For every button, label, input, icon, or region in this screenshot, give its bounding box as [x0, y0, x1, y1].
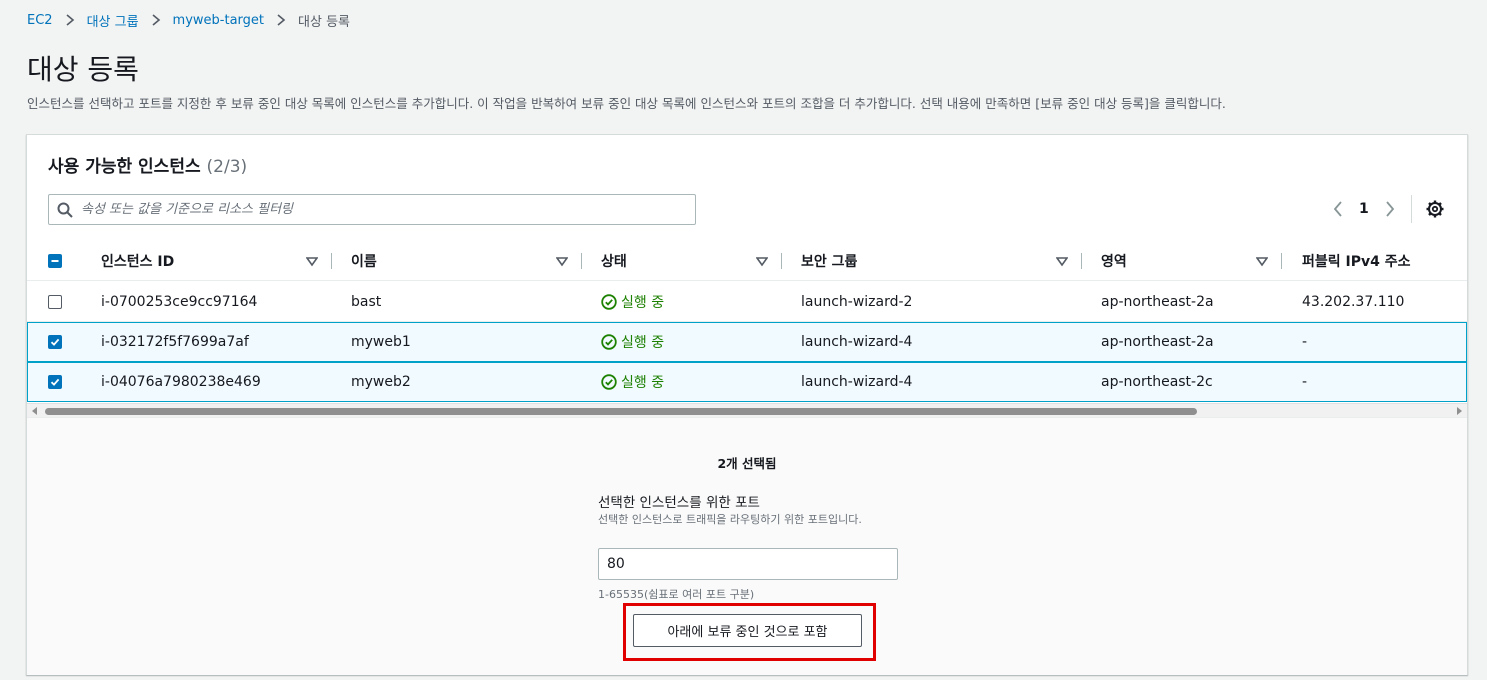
sort-down-icon [1256, 257, 1268, 267]
cell-security-group: launch-wizard-4 [801, 374, 913, 390]
check-circle-icon [601, 374, 617, 390]
row-select-cell [48, 282, 62, 322]
select-all-checkbox[interactable] [48, 254, 62, 268]
column-header-public-ipv4[interactable]: 퍼블릭 IPv4 주소 [1282, 241, 1467, 281]
column-header-label: 보안 그룹 [801, 254, 858, 270]
scrollbar-thumb[interactable] [45, 408, 1197, 415]
table-row[interactable]: i-0700253ce9cc97164 bast 실행 중 launch-wiz… [27, 282, 1467, 322]
panel-heading: 사용 가능한 인스턴스 (2/3) [48, 152, 247, 177]
cell-public-ip: 43.202.37.110 [1302, 294, 1405, 310]
chevron-left-icon[interactable] [1327, 198, 1349, 220]
cell-name: myweb2 [351, 374, 411, 390]
row-checkbox[interactable] [48, 375, 62, 389]
table-header: 인스턴스 ID 이름 상태 보안 그룹 영역 퍼블릭 IPv4 주소 [27, 241, 1467, 281]
row-select-cell [48, 362, 62, 402]
sort-down-icon [306, 257, 318, 267]
row-select-cell [48, 322, 62, 362]
page-number[interactable]: 1 [1359, 201, 1369, 217]
chevron-right-icon [276, 14, 286, 26]
port-hint: 1-65535(쉼표로 여러 포트 구분) [598, 588, 755, 601]
breadcrumb-target-groups[interactable]: 대상 그룹 [87, 11, 139, 30]
sort-down-icon [1056, 257, 1068, 267]
column-header-security-group[interactable]: 보안 그룹 [782, 241, 1082, 281]
sort-down-icon [756, 257, 768, 267]
selected-count: 2개 선택됨 [717, 456, 777, 471]
search-icon [57, 202, 73, 218]
table-row[interactable]: i-04076a7980238e469 myweb2 실행 중 launch-w… [27, 362, 1467, 402]
chevron-right-icon[interactable] [1379, 198, 1401, 220]
status-text: 실행 중 [621, 375, 665, 391]
cell-instance-id: i-04076a7980238e469 [101, 374, 261, 390]
cell-name: myweb1 [351, 334, 411, 350]
instances-table: 인스턴스 ID 이름 상태 보안 그룹 영역 퍼블릭 IPv4 주소 i-070… [27, 241, 1467, 403]
cell-security-group: launch-wizard-4 [801, 334, 913, 350]
select-all-cell [48, 241, 88, 281]
cell-instance-id: i-032172f5f7699a7af [101, 334, 249, 350]
cell-public-ip: - [1302, 334, 1308, 350]
column-header-label: 퍼블릭 IPv4 주소 [1302, 254, 1411, 270]
status-text: 실행 중 [621, 295, 665, 311]
gear-icon[interactable] [1424, 198, 1446, 220]
pager-divider [1410, 195, 1412, 223]
cell-zone: ap-northeast-2a [1101, 334, 1214, 350]
cell-zone: ap-northeast-2a [1101, 294, 1214, 310]
scroll-left-icon[interactable] [30, 406, 40, 416]
pagination: 1 [1327, 195, 1446, 223]
check-circle-icon [601, 294, 617, 310]
cell-status: 실행 중 [601, 362, 664, 402]
column-header-zone[interactable]: 영역 [1082, 241, 1282, 281]
available-instances-panel: 사용 가능한 인스턴스 (2/3) 1 [26, 134, 1468, 675]
port-input[interactable] [598, 548, 898, 580]
check-circle-icon [601, 334, 617, 350]
breadcrumb-myweb-target[interactable]: myweb-target [173, 13, 264, 28]
search-input[interactable] [81, 195, 695, 224]
sort-down-icon [556, 257, 568, 267]
chevron-right-icon [151, 14, 161, 26]
cell-security-group: launch-wizard-2 [801, 294, 913, 310]
row-checkbox[interactable] [48, 335, 62, 349]
column-header-label: 인스턴스 ID [101, 254, 175, 270]
breadcrumb: EC2 대상 그룹 myweb-target 대상 등록 [27, 11, 350, 30]
scroll-right-icon[interactable] [1454, 406, 1464, 416]
horizontal-scrollbar[interactable] [27, 403, 1467, 417]
column-header-label: 이름 [351, 254, 377, 270]
port-label: 선택한 인스턴스를 위한 포트 [598, 495, 760, 511]
include-as-pending-button[interactable]: 아래에 보류 중인 것으로 포함 [633, 614, 862, 647]
breadcrumb-ec2[interactable]: EC2 [27, 13, 53, 28]
cell-status: 실행 중 [601, 282, 664, 322]
page-description: 인스턴스를 선택하고 포트를 지정한 후 보류 중인 대상 목록에 인스턴스를 … [27, 96, 1226, 111]
port-selection-section: 2개 선택됨 선택한 인스턴스를 위한 포트 선택한 인스턴스로 트래픽을 라우… [27, 417, 1467, 675]
cell-instance-id: i-0700253ce9cc97164 [101, 294, 258, 310]
cell-status: 실행 중 [601, 322, 664, 362]
column-header-status[interactable]: 상태 [582, 241, 782, 281]
table-row[interactable]: i-032172f5f7699a7af myweb1 실행 중 launch-w… [27, 322, 1467, 362]
port-description: 선택한 인스턴스로 트래픽을 라우팅하기 위한 포트입니다. [598, 513, 862, 526]
panel-heading-title: 사용 가능한 인스턴스 [48, 157, 201, 177]
cell-public-ip: - [1302, 374, 1308, 390]
column-header-label: 상태 [601, 254, 627, 270]
panel-top: 사용 가능한 인스턴스 (2/3) 1 [27, 135, 1467, 417]
cell-zone: ap-northeast-2c [1101, 374, 1213, 390]
status-text: 실행 중 [621, 335, 665, 351]
cell-name: bast [351, 294, 382, 310]
row-checkbox[interactable] [48, 295, 62, 309]
page-title: 대상 등록 [27, 53, 139, 86]
panel-heading-count: (2/3) [206, 157, 248, 177]
column-header-name[interactable]: 이름 [332, 241, 582, 281]
chevron-right-icon [65, 14, 75, 26]
search-box [48, 194, 696, 225]
breadcrumb-current: 대상 등록 [298, 14, 350, 30]
column-header-label: 영역 [1101, 254, 1127, 270]
column-header-instance-id[interactable]: 인스턴스 ID [101, 241, 332, 281]
